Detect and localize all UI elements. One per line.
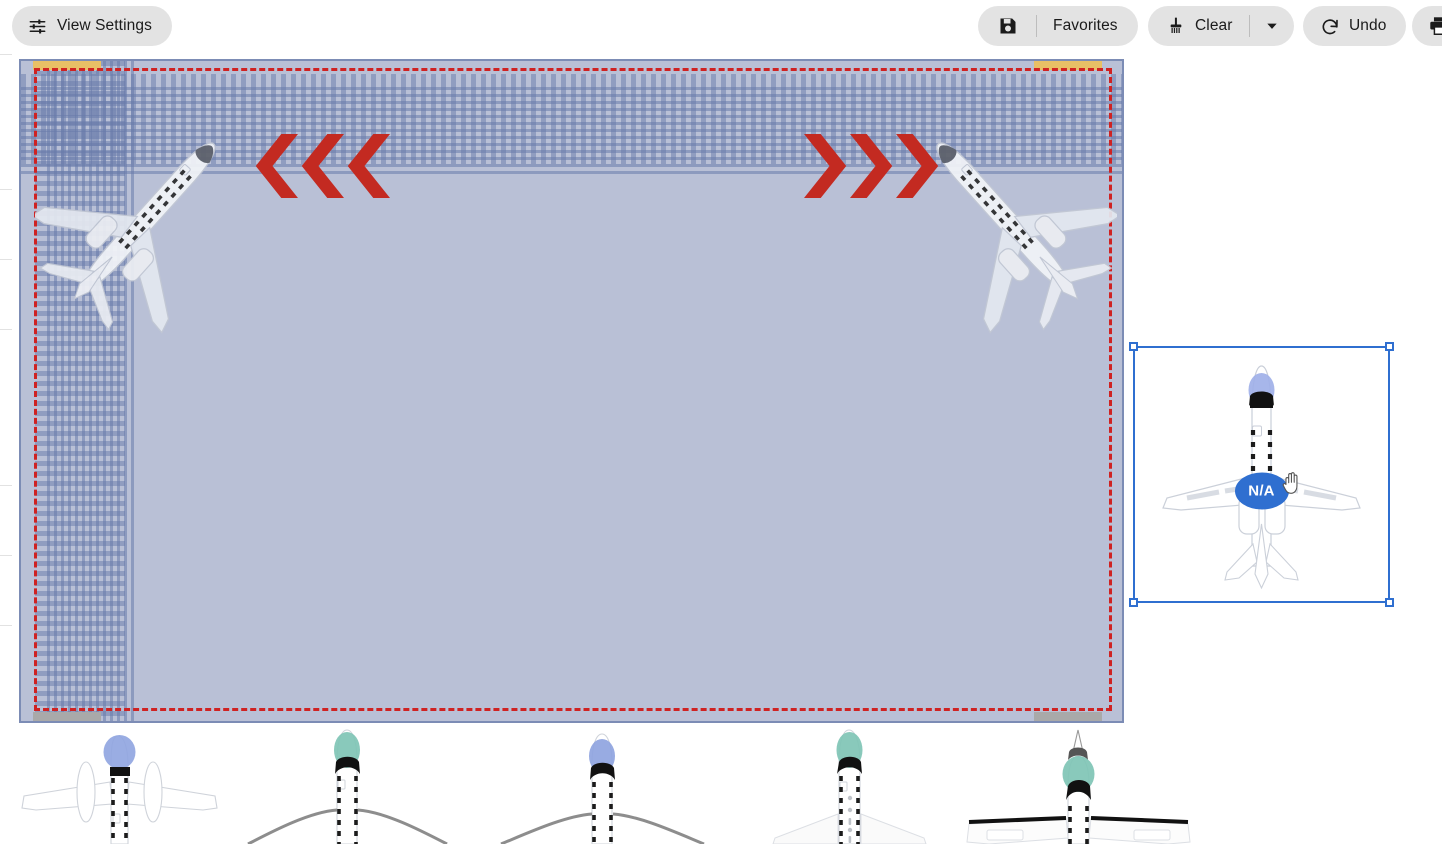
top-right-band [1034,61,1102,70]
resize-handle-bottom-right[interactable] [1385,598,1394,607]
edge-divider [0,329,12,330]
flow-arrow-right [804,134,940,198]
bottom-left-band [33,712,101,721]
view-settings-label: View Settings [57,17,152,34]
palette-aircraft-narrowbody-jet[interactable] [495,726,710,844]
top-left-band [33,61,101,70]
status-badge-label: N/A [1248,482,1275,500]
restricted-zone-outline [34,68,1112,711]
sliders-icon [28,17,47,36]
resize-handle-top-right[interactable] [1385,342,1394,351]
broom-icon [1166,16,1186,36]
palette-aircraft-business-jet[interactable] [965,726,1215,844]
favorites-button-group: Favorites [978,6,1138,46]
edge-divider [0,555,12,556]
chevron-right-icon [804,134,847,198]
printer-icon [1428,15,1442,37]
save-icon [998,16,1018,36]
layout-canvas[interactable] [19,59,1124,723]
undo-button[interactable]: Undo [1303,6,1407,46]
palette-aircraft-turboprop-twin[interactable] [14,726,229,844]
palette-aircraft-widebody-jet[interactable] [745,726,960,844]
clear-dropdown-button[interactable] [1250,6,1294,46]
save-favorite-button[interactable] [978,6,1036,46]
edge-divider [0,54,12,55]
canvas-grid-major [21,61,1122,721]
aircraft-palette [0,726,1442,844]
chevron-left-icon [301,134,344,198]
edge-divider [0,189,12,190]
clear-button[interactable]: Clear [1148,6,1249,46]
bottom-right-band [1034,712,1102,721]
grab-hand-cursor [1281,470,1303,501]
favorites-label: Favorites [1053,17,1118,34]
canvas-grid-minor [21,61,1122,721]
left-edge-strip [0,0,12,844]
clear-label: Clear [1195,17,1233,34]
view-settings-button[interactable]: View Settings [12,6,172,46]
edge-divider [0,625,12,626]
favorites-button[interactable]: Favorites [1037,6,1138,46]
chevron-left-icon [255,134,298,198]
undo-label: Undo [1349,17,1387,34]
clear-button-group: Clear [1148,6,1294,46]
edge-divider [0,485,12,486]
undo-arrow-icon [1320,16,1340,36]
resize-handle-bottom-left[interactable] [1129,598,1138,607]
palette-aircraft-regional-jet[interactable] [240,726,455,844]
flow-arrow-left [254,134,390,198]
print-button[interactable] [1412,6,1442,46]
chevron-right-icon [850,134,893,198]
aircraft-top-left[interactable] [30,101,245,356]
chevron-left-icon [347,134,390,198]
selected-object-bounding-box[interactable]: N/A [1129,342,1394,607]
edge-divider [0,259,12,260]
resize-handle-top-left[interactable] [1129,342,1138,351]
top-toolbar: View Settings Favorites Clear Undo [0,0,1442,52]
chevron-right-icon [896,134,939,198]
application-root: View Settings Favorites Clear Undo N/A [0,0,1442,844]
chevron-down-icon [1265,19,1279,33]
